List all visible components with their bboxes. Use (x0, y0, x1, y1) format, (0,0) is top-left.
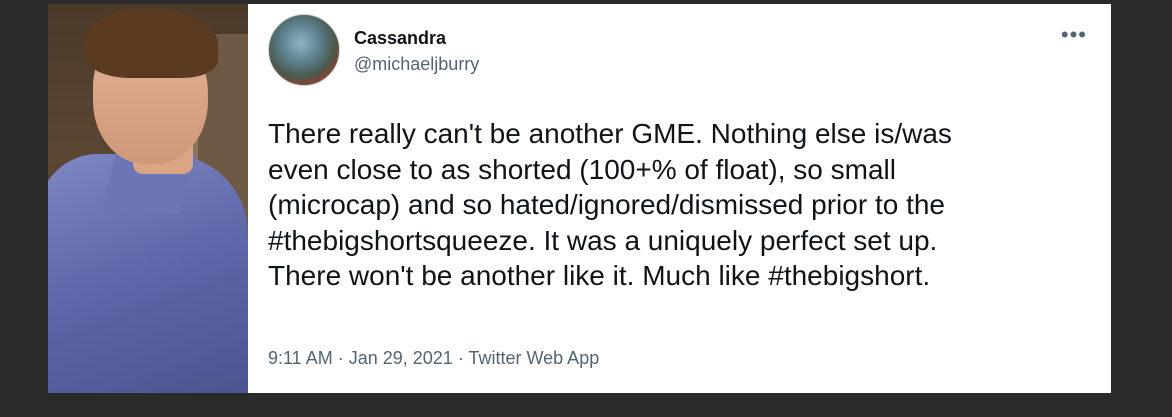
tweet-text: There really can't be another GME. Nothi… (268, 116, 1078, 294)
tweet-text-line: There really can't be another GME. Nothi… (268, 118, 952, 149)
tweet-text-line: even close to as shorted (100+% of float… (268, 153, 896, 185)
tweet-date[interactable]: Jan 29, 2021 (349, 348, 453, 368)
avatar[interactable] (268, 14, 340, 86)
meta-separator: · (332, 348, 349, 368)
tweet-card: Cassandra @michaeljburry ••• There reall… (268, 4, 1111, 393)
portrait-photo (48, 4, 248, 393)
meta-separator: · (452, 348, 469, 368)
tweet-metadata: 9:11 AM · Jan 29, 2021 · Twitter Web App (268, 348, 599, 369)
tweet-time[interactable]: 9:11 AM (268, 348, 333, 368)
user-handle[interactable]: @michaeljburry (354, 54, 479, 75)
more-options-icon[interactable]: ••• (1061, 22, 1087, 48)
tweet-source: Twitter Web App (468, 348, 600, 368)
tweet-text-line: There won't be another like it. Much lik… (268, 260, 931, 291)
tweet-text-line: #thebigshortsqueeze. It was a uniquely p… (268, 224, 938, 256)
hair (83, 8, 218, 78)
display-name[interactable]: Cassandra (354, 28, 446, 49)
tweet-screenshot: Cassandra @michaeljburry ••• There reall… (48, 4, 1111, 393)
tweet-text-line: (microcap) and so hated/ignored/dismisse… (268, 189, 946, 220)
